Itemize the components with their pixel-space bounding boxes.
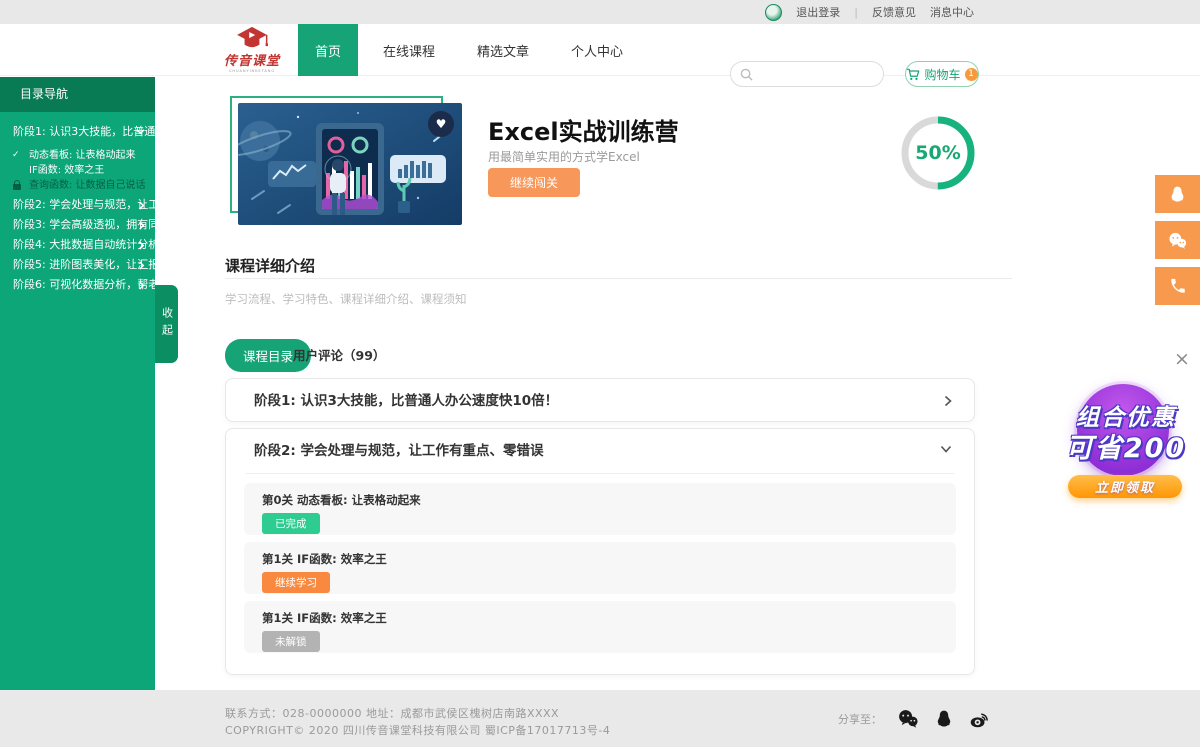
lesson-row-completed[interactable]: 第0关 动态看板: 让表格动起来 已完成 (244, 483, 956, 535)
detail-heading: 课程详细介绍 (225, 255, 315, 276)
cart-label: 购物车 (924, 66, 960, 83)
topbar-divider: | (854, 6, 858, 19)
cart-count-badge: 1 (965, 68, 978, 81)
promo-text-line2[interactable]: 可省200 (1042, 426, 1200, 465)
course-subtitle: 用最简单实用的方式学Excel (488, 148, 640, 165)
stage-2-header[interactable]: 阶段2: 学会处理与规范，让工作有重点、零错误 (226, 429, 974, 473)
sidebar-stage-3[interactable]: 阶段3: 学会高级透视，拥有同时... (0, 215, 155, 235)
sidebar-lesson-if[interactable]: IF函数: 效率之王 (0, 163, 155, 178)
logo-subtitle: CHUANYINKETANG (216, 68, 288, 73)
chevron-right-icon (944, 395, 952, 407)
phone-icon (1169, 277, 1187, 295)
lesson-row-locked[interactable]: 第1关 IF函数: 效率之王 未解锁 (244, 601, 956, 653)
wechat-icon (1167, 231, 1188, 250)
chevron-right-icon (138, 241, 145, 250)
chevron-down-icon (136, 128, 145, 135)
search-bar: 搜索 (730, 61, 884, 87)
chevron-right-icon (138, 281, 145, 290)
progress-ring: 50% (898, 113, 978, 193)
footer-contact: 联系方式：028-0000000 地址：成都市武侯区槐树店南路XXXX (225, 705, 559, 721)
share-wechat-icon[interactable] (896, 708, 920, 729)
search-input[interactable] (731, 62, 884, 86)
sidebar-stage-1[interactable]: 阶段1: 认识3大技能，比普通人... (0, 122, 155, 142)
catalog-sidebar: 目录导航 阶段1: 认识3大技能，比普通人... ✓ 动态看板: 让表格动起来 … (0, 77, 155, 690)
stage-2-accordion: 阶段2: 学会处理与规范，让工作有重点、零错误 第0关 动态看板: 让表格动起来… (225, 428, 975, 675)
chevron-down-icon (940, 445, 952, 453)
logo-title: 传音课堂 (212, 56, 292, 68)
status-badge-continue[interactable]: 继续学习 (262, 572, 330, 593)
cart-button[interactable]: 购物车 1 (905, 61, 979, 87)
chevron-right-icon (138, 201, 145, 210)
sidebar-lesson-dashboard[interactable]: ✓ 动态看板: 让表格动起来 (0, 148, 155, 163)
footer: 联系方式：028-0000000 地址：成都市武侯区槐树店南路XXXX COPY… (0, 690, 1200, 747)
sidebar-stage-2[interactable]: 阶段2: 学会处理与规范，让工作... (0, 195, 155, 215)
share-label: 分享至： (838, 711, 882, 727)
logout-link[interactable]: 退出登录 (796, 4, 840, 20)
user-avatar[interactable] (765, 4, 782, 21)
graduation-cap-icon (235, 26, 269, 52)
nav-item-articles[interactable]: 精选文章 (460, 24, 546, 76)
stage-1-header[interactable]: 阶段1: 认识3大技能，比普通人办公速度快10倍！ (226, 379, 974, 423)
progress-value: 50% (898, 113, 978, 193)
cart-icon (906, 68, 920, 81)
lesson-title: 第1关 IF函数: 效率之王 (262, 610, 956, 626)
continue-course-button[interactable]: 继续闯关 (488, 168, 580, 197)
status-badge-locked[interactable]: 未解锁 (262, 631, 320, 652)
lesson-title: 第1关 IF函数: 效率之王 (262, 551, 956, 567)
sidebar-collapse-tab[interactable]: 收起 (155, 285, 178, 363)
share-qq-icon[interactable] (934, 709, 954, 729)
lock-icon (13, 184, 21, 190)
lesson-row-continue[interactable]: 第1关 IF函数: 效率之王 继续学习 (244, 542, 956, 594)
detail-divider (225, 278, 1012, 279)
footer-copyright: COPYRIGHT© 2020 四川传音课堂科技有限公司 蜀ICP备170177… (225, 722, 610, 738)
lesson-list: 第0关 动态看板: 让表格动起来 已完成 第1关 IF函数: 效率之王 继续学习… (226, 474, 974, 653)
site-logo[interactable]: 传音课堂 CHUANYINKETANG (212, 26, 292, 73)
promo-claim-button[interactable]: 立即领取 (1068, 475, 1182, 498)
status-badge-done[interactable]: 已完成 (262, 513, 320, 534)
qq-contact-button[interactable] (1155, 175, 1200, 213)
promo-close-button[interactable]: × (1174, 350, 1190, 369)
sidebar-title: 目录导航 (0, 77, 155, 112)
sidebar-lesson-locked[interactable]: 查询函数: 让数据自己说话 (0, 178, 155, 193)
tab-user-reviews[interactable]: 用户评论（99） (293, 345, 385, 364)
message-center-link[interactable]: 消息中心 (930, 4, 974, 20)
sidebar-stage-4[interactable]: 阶段4: 大批数据自动统计分析，... (0, 235, 155, 255)
lesson-title: 第0关 动态看板: 让表格动起来 (262, 492, 956, 508)
check-icon: ✓ (12, 148, 20, 163)
share-weibo-icon[interactable] (968, 708, 991, 729)
feedback-link[interactable]: 反馈意见 (872, 4, 916, 20)
favorite-heart-button[interactable]: ♥ (428, 111, 454, 137)
stage-1-accordion: 阶段1: 认识3大技能，比普通人办公速度快10倍！ (225, 378, 975, 422)
chevron-right-icon (138, 261, 145, 270)
page: 退出登录 | 反馈意见 消息中心 传音课堂 CHUANYINKETANG 首页 … (0, 0, 1200, 747)
sidebar-stage-5[interactable]: 阶段5: 进阶图表美化，让汇报一... (0, 255, 155, 275)
nav-item-home[interactable]: 首页 (298, 24, 358, 76)
course-title: Excel实战训练营 (488, 112, 679, 147)
chevron-right-icon (138, 221, 145, 230)
search-icon (740, 68, 753, 81)
header: 传音课堂 CHUANYINKETANG 首页 在线课程 精选文章 个人中心 搜索… (0, 24, 1200, 76)
sidebar-stage-6[interactable]: 阶段6: 可视化数据分析，帮老板... (0, 275, 155, 295)
detail-description: 学习流程、学习特色、课程详细介绍、课程须知 (225, 291, 467, 307)
qq-icon (1168, 185, 1187, 204)
wechat-contact-button[interactable] (1155, 221, 1200, 259)
topbar: 退出登录 | 反馈意见 消息中心 (0, 0, 1200, 24)
nav-item-courses[interactable]: 在线课程 (366, 24, 452, 76)
main-nav: 首页 在线课程 精选文章 个人中心 (298, 24, 640, 76)
nav-item-profile[interactable]: 个人中心 (554, 24, 640, 76)
phone-contact-button[interactable] (1155, 267, 1200, 305)
heart-icon: ♥ (436, 117, 447, 131)
